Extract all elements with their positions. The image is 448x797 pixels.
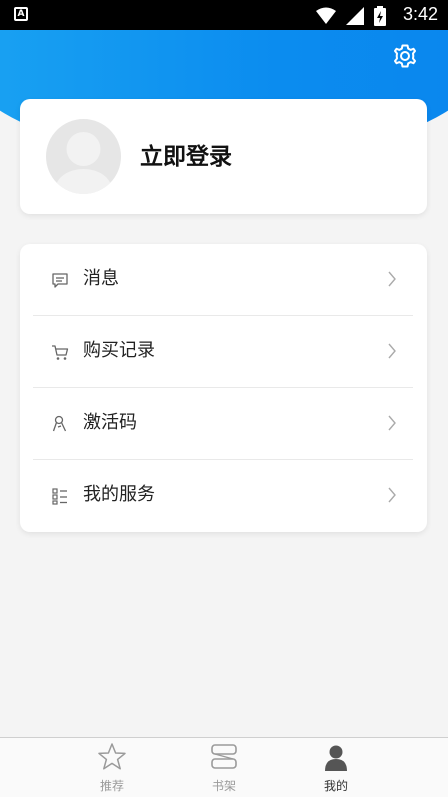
key-icon [52, 415, 67, 432]
avatar-placeholder-icon[interactable] [46, 119, 121, 194]
status-time: 3:42 [402, 4, 438, 24]
tab-label: 推荐 [99, 779, 124, 793]
battery-icon [374, 6, 386, 26]
tab-recommend[interactable]: 推荐 [72, 738, 152, 797]
wifi-icon [316, 7, 336, 24]
menu-item-label: 购买记录 [83, 340, 155, 361]
menu-card: 消息 购买记录 激活码 我的服务 [20, 244, 427, 532]
chevron-right-icon [388, 415, 396, 431]
signal-icon [346, 7, 364, 25]
chevron-right-icon [388, 487, 396, 503]
menu-item-label: 消息 [83, 268, 119, 289]
message-icon [52, 273, 68, 288]
tab-bookshelf[interactable]: 书架 [184, 738, 264, 797]
menu-item-purchase-history[interactable]: 购买记录 [20, 316, 427, 388]
star-icon [98, 743, 126, 770]
user-icon [325, 745, 347, 771]
menu-item-activation-code[interactable]: 激活码 [20, 388, 427, 460]
login-card[interactable]: 立即登录 [20, 99, 427, 214]
tab-label: 我的 [323, 779, 348, 793]
menu-item-my-services[interactable]: 我的服务 [20, 460, 427, 532]
bookshelf-icon [211, 744, 237, 769]
menu-item-label: 我的服务 [83, 484, 155, 505]
chevron-right-icon [388, 343, 396, 359]
bottom-tab-bar: 推荐 书架 我的 [0, 737, 448, 797]
tab-label: 书架 [211, 779, 236, 793]
service-list-icon [52, 488, 67, 505]
status-bar: A 3:42 [0, 0, 448, 30]
menu-item-label: 激活码 [83, 412, 137, 433]
notification-badge-icon: A [14, 7, 28, 21]
tab-mine[interactable]: 我的 [296, 738, 376, 797]
login-link[interactable]: 立即登录 [140, 143, 232, 171]
gear-icon[interactable] [392, 43, 418, 69]
menu-item-messages[interactable]: 消息 [20, 244, 427, 316]
chevron-right-icon [388, 271, 396, 287]
status-icons [316, 6, 386, 26]
cart-icon [52, 345, 69, 360]
